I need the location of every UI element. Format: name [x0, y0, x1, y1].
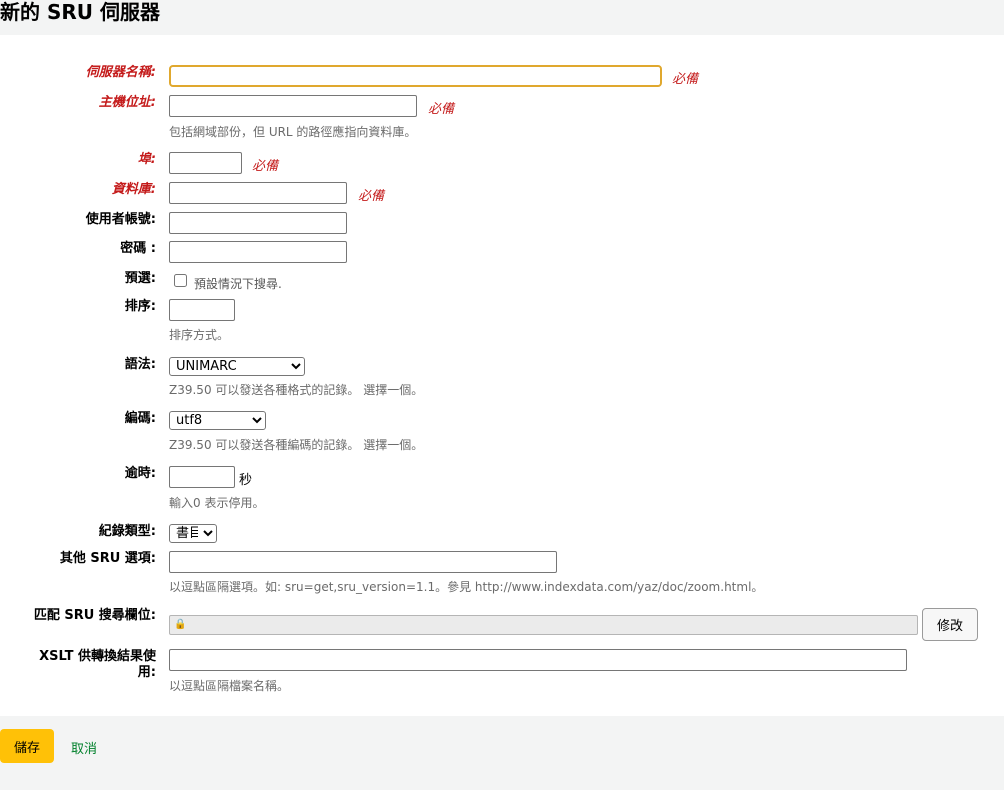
servername-required-tag: 必備: [672, 72, 699, 87]
syntax-select[interactable]: UNIMARC: [169, 357, 305, 376]
xslt-hint: 以逗點區隔檔案名稱。: [169, 679, 290, 693]
recordtype-label: 紀錄類型:: [98, 524, 156, 539]
rank-hint: 排序方式。: [169, 328, 230, 342]
servername-input[interactable]: [169, 65, 662, 87]
sru-options-input[interactable]: [169, 551, 557, 573]
port-label: 埠:: [137, 152, 156, 167]
password-input[interactable]: [169, 241, 347, 263]
sru-fields-label: 匹配 SRU 搜尋欄位:: [33, 608, 156, 623]
servername-label: 伺服器名稱:: [85, 65, 156, 80]
encoding-select[interactable]: utf8: [169, 411, 266, 430]
encoding-hint: Z39.50 可以發送各種編碼的記錄。 選擇一個。: [169, 438, 424, 452]
syntax-label: 語法:: [124, 357, 156, 372]
cancel-link[interactable]: 取消: [71, 738, 97, 757]
timeout-input[interactable]: [169, 466, 235, 488]
host-input[interactable]: [169, 95, 417, 117]
rank-label: 排序:: [124, 299, 156, 314]
lock-icon: 🔒: [174, 619, 187, 630]
timeout-label: 逾時:: [124, 466, 156, 481]
userid-label: 使用者帳號:: [85, 212, 156, 227]
database-label: 資料庫:: [111, 182, 156, 197]
sru-fields-readonly-input: 🔒: [169, 615, 918, 635]
host-required-tag: 必備: [428, 102, 455, 117]
encoding-label: 編碼:: [124, 411, 156, 426]
modify-button[interactable]: 修改: [922, 608, 978, 641]
timeout-hint: 輸入0 表示停用。: [169, 496, 265, 510]
userid-input[interactable]: [169, 212, 347, 234]
page-title: 新的 SRU 伺服器: [0, 0, 160, 24]
database-input[interactable]: [169, 182, 347, 204]
sru-options-label: 其他 SRU 選項:: [59, 551, 156, 566]
default-search-checkbox[interactable]: [174, 274, 187, 287]
save-button[interactable]: 儲存: [0, 729, 54, 763]
timeout-unit: 秒: [239, 473, 253, 488]
host-label: 主機位址:: [98, 95, 156, 110]
xslt-input[interactable]: [169, 649, 907, 671]
syntax-hint: Z39.50 可以發送各種格式的記錄。 選擇一個。: [169, 383, 424, 397]
checked-label: 預選:: [124, 271, 156, 286]
database-required-tag: 必備: [358, 189, 385, 204]
xslt-label: XSLT 供轉換結果使用:: [39, 649, 156, 680]
sru-options-hint: 以逗點區隔選項。如: sru=get,sru_version=1.1。參見 ht…: [169, 580, 764, 594]
default-search-checkbox-label: 預設情況下搜尋.: [194, 277, 282, 291]
password-label: 密碼 :: [120, 241, 156, 256]
host-hint: 包括網域部份，但 URL 的路徑應指向資料庫。: [169, 125, 417, 139]
port-required-tag: 必備: [252, 159, 279, 174]
rank-input[interactable]: [169, 299, 235, 321]
recordtype-select[interactable]: 書目: [169, 524, 217, 543]
port-input[interactable]: [169, 152, 242, 174]
